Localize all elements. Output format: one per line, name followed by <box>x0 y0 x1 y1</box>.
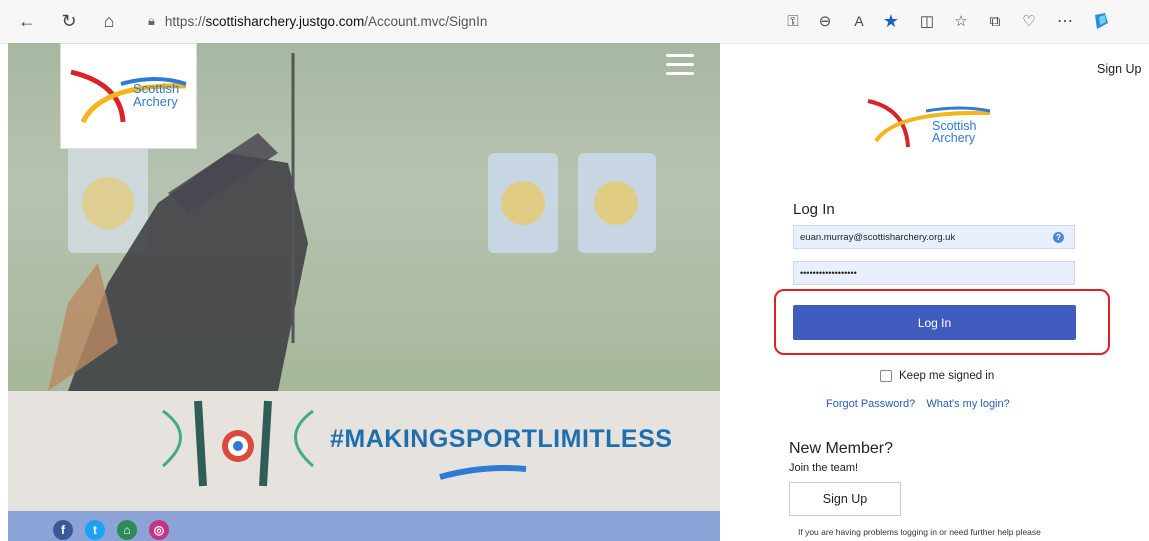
performance-icon[interactable]: ♡ <box>1014 6 1044 36</box>
back-icon[interactable]: ← <box>12 6 42 36</box>
logo-line2: Archery <box>932 131 976 145</box>
home-icon[interactable]: ⌂ <box>94 6 124 36</box>
keep-signed-in[interactable]: Keep me signed in <box>880 370 994 382</box>
scottish-archery-logo: Scottish Archery <box>866 95 996 155</box>
brush-stroke <box>439 465 527 480</box>
login-button[interactable]: Log In <box>793 305 1076 340</box>
favorites-list-icon[interactable]: ☆ <box>946 6 976 36</box>
hero-logo-line2: Archery <box>133 94 178 109</box>
help-text: If you are having problems logging in or… <box>798 527 1041 537</box>
keep-signed-in-checkbox[interactable] <box>880 370 892 382</box>
split-screen-icon[interactable]: ◫ <box>912 6 942 36</box>
signup-button[interactable]: Sign Up <box>789 482 901 516</box>
key-icon[interactable]: ⚿ <box>778 6 808 36</box>
new-member-title: New Member? <box>789 440 894 457</box>
url-path: /Account.mvc/SignIn <box>364 13 488 29</box>
join-team-subtitle: Join the team! <box>789 462 859 474</box>
help-question-icon[interactable]: ? <box>1053 232 1064 243</box>
facebook-icon[interactable]: f <box>53 520 73 540</box>
hero-logo[interactable]: Scottish Archery <box>60 43 197 149</box>
twitter-icon[interactable]: t <box>85 520 105 540</box>
lock-icon: 🔒︎ <box>148 13 155 28</box>
forgot-password-link[interactable]: Forgot Password? <box>826 398 915 410</box>
url-host: scottisharchery.justgo.com <box>205 13 365 29</box>
header-signup-link[interactable]: Sign Up <box>1097 62 1141 76</box>
home-icon[interactable]: ⌂ <box>117 520 137 540</box>
login-title: Log In <box>793 201 835 218</box>
password-field[interactable]: •••••••••••••••••• <box>793 261 1075 285</box>
whats-my-login-link[interactable]: What's my login? <box>926 398 1009 410</box>
url-prefix: https:// <box>164 13 206 29</box>
read-aloud-icon[interactable]: A <box>844 6 874 36</box>
hero-section: Scottish Archery #MAKINGSPORTLIMITLESS f… <box>8 43 720 541</box>
copilot-icon[interactable] <box>1086 6 1116 36</box>
browser-toolbar: ← ↻ ⌂ 🔒︎ https://scottisharchery.justgo.… <box>0 0 1149 44</box>
campaign-banner: #MAKINGSPORTLIMITLESS <box>8 391 720 511</box>
social-footer: f t ⌂ ◎ <box>8 511 720 541</box>
hamburger-menu-icon[interactable] <box>666 54 694 78</box>
login-help-links: Forgot Password? What's my login? <box>826 398 1018 410</box>
email-value: euan.murray@scottisharchery.org.uk <box>800 231 956 243</box>
keep-signed-in-label: Keep me signed in <box>899 370 995 382</box>
more-menu-icon[interactable]: ⋯ <box>1050 6 1080 36</box>
address-bar[interactable]: 🔒︎ https://scottisharchery.justgo.com/Ac… <box>136 5 756 37</box>
favorite-star-icon[interactable]: ★ <box>876 6 906 36</box>
refresh-icon[interactable]: ↻ <box>54 6 84 36</box>
collections-icon[interactable]: ⧉ <box>980 6 1010 36</box>
instagram-icon[interactable]: ◎ <box>149 520 169 540</box>
password-value: •••••••••••••••••• <box>800 268 857 278</box>
email-field[interactable]: euan.murray@scottisharchery.org.uk ? <box>793 225 1075 249</box>
campaign-hashtag: #MAKINGSPORTLIMITLESS <box>330 425 673 453</box>
zoom-icon[interactable]: ⊖ <box>810 6 840 36</box>
